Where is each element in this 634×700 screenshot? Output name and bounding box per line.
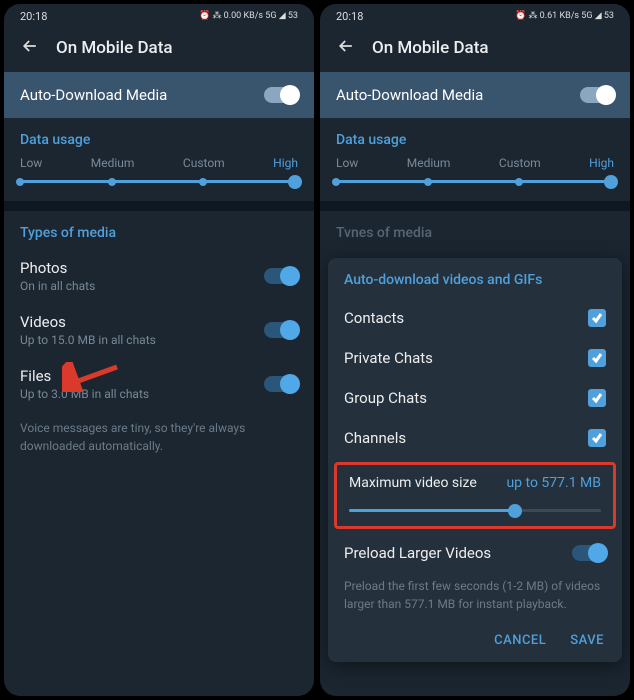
max-size-label: Maximum video size — [349, 475, 477, 491]
check-label: Group Chats — [344, 389, 427, 407]
modal-actions: CANCEL SAVE — [328, 621, 622, 656]
checkbox-icon[interactable] — [588, 309, 606, 327]
auto-download-toggle[interactable] — [264, 87, 298, 103]
level-medium[interactable]: Medium — [91, 156, 135, 170]
videos-toggle[interactable] — [264, 322, 298, 338]
auto-download-toggle[interactable] — [580, 87, 614, 103]
max-size-row: Maximum video size up to 577.1 MB — [337, 469, 613, 497]
files-sub: Up to 3.0 MB in all chats — [20, 387, 149, 401]
right-screenshot: 20:18 ⏰ ⁂ 0.61 KB/s 5G ◢ 53 On Mobile Da… — [320, 4, 630, 696]
slider-thumb[interactable] — [288, 175, 302, 189]
types-media-title: Types of media — [4, 211, 314, 249]
check-contacts[interactable]: Contacts — [328, 298, 622, 338]
photos-row[interactable]: Photos On in all chats — [4, 249, 314, 303]
status-indicators: ⏰ ⁂ 0.00 KB/s 5G ◢ 53 — [199, 11, 298, 21]
status-time: 20:18 — [336, 10, 363, 23]
checkbox-icon[interactable] — [588, 389, 606, 407]
auto-download-row[interactable]: Auto-Download Media — [320, 72, 630, 118]
save-button[interactable]: SAVE — [570, 633, 604, 648]
video-download-modal: Auto-download videos and GIFs Contacts P… — [328, 258, 622, 662]
status-time: 20:18 — [20, 10, 47, 23]
data-usage-labels: Low Medium Custom High — [4, 156, 314, 170]
header: On Mobile Data — [320, 28, 630, 72]
back-icon[interactable] — [336, 36, 356, 60]
max-size-value: up to 577.1 MB — [506, 475, 601, 491]
check-label: Channels — [344, 429, 406, 447]
level-low[interactable]: Low — [20, 156, 42, 170]
status-bar: 20:18 ⏰ ⁂ 0.61 KB/s 5G ◢ 53 — [320, 4, 630, 28]
header: On Mobile Data — [4, 28, 314, 72]
page-title: On Mobile Data — [372, 38, 489, 58]
videos-label: Videos — [20, 313, 156, 331]
divider — [320, 201, 630, 211]
data-usage-slider[interactable] — [336, 180, 614, 183]
photos-toggle[interactable] — [264, 268, 298, 284]
level-custom[interactable]: Custom — [183, 156, 225, 170]
checkbox-icon[interactable] — [588, 349, 606, 367]
status-indicators: ⏰ ⁂ 0.61 KB/s 5G ◢ 53 — [515, 11, 614, 21]
level-high[interactable]: High — [589, 156, 614, 170]
auto-download-label: Auto-Download Media — [336, 86, 483, 104]
level-custom[interactable]: Custom — [499, 156, 541, 170]
check-private[interactable]: Private Chats — [328, 338, 622, 378]
modal-title: Auto-download videos and GIFs — [328, 258, 622, 298]
preload-label: Preload Larger Videos — [344, 544, 491, 562]
divider — [4, 201, 314, 211]
videos-sub: Up to 15.0 MB in all chats — [20, 333, 156, 347]
checkbox-icon[interactable] — [588, 429, 606, 447]
data-usage-labels: Low Medium Custom High — [320, 156, 630, 170]
auto-download-label: Auto-Download Media — [20, 86, 167, 104]
max-size-slider[interactable] — [349, 509, 601, 512]
slider-thumb[interactable] — [604, 175, 618, 189]
preload-note: Preload the first few seconds (1-2 MB) o… — [328, 573, 622, 621]
back-icon[interactable] — [20, 36, 40, 60]
data-usage-title: Data usage — [4, 118, 314, 156]
left-screenshot: 20:18 ⏰ ⁂ 0.00 KB/s 5G ◢ 53 On Mobile Da… — [4, 4, 314, 696]
check-channels[interactable]: Channels — [328, 418, 622, 458]
max-size-highlight: Maximum video size up to 577.1 MB — [334, 462, 616, 529]
level-high[interactable]: High — [273, 156, 298, 170]
cancel-button[interactable]: CANCEL — [494, 633, 546, 648]
data-usage-title: Data usage — [320, 118, 630, 156]
photos-sub: On in all chats — [20, 279, 95, 293]
voice-note: Voice messages are tiny, so they're alwa… — [4, 411, 314, 463]
photos-label: Photos — [20, 259, 95, 277]
check-groups[interactable]: Group Chats — [328, 378, 622, 418]
types-media-truncated: Tvnes of media — [320, 211, 630, 249]
check-label: Private Chats — [344, 349, 433, 367]
page-title: On Mobile Data — [56, 38, 173, 58]
files-row[interactable]: Files Up to 3.0 MB in all chats — [4, 357, 314, 411]
slider-thumb[interactable] — [508, 504, 522, 518]
level-low[interactable]: Low — [336, 156, 358, 170]
files-label: Files — [20, 367, 149, 385]
preload-row[interactable]: Preload Larger Videos — [328, 533, 622, 573]
level-medium[interactable]: Medium — [407, 156, 451, 170]
check-label: Contacts — [344, 309, 404, 327]
files-toggle[interactable] — [264, 376, 298, 392]
videos-row[interactable]: Videos Up to 15.0 MB in all chats — [4, 303, 314, 357]
status-bar: 20:18 ⏰ ⁂ 0.00 KB/s 5G ◢ 53 — [4, 4, 314, 28]
preload-toggle[interactable] — [572, 545, 606, 561]
auto-download-row[interactable]: Auto-Download Media — [4, 72, 314, 118]
data-usage-slider[interactable] — [20, 180, 298, 183]
